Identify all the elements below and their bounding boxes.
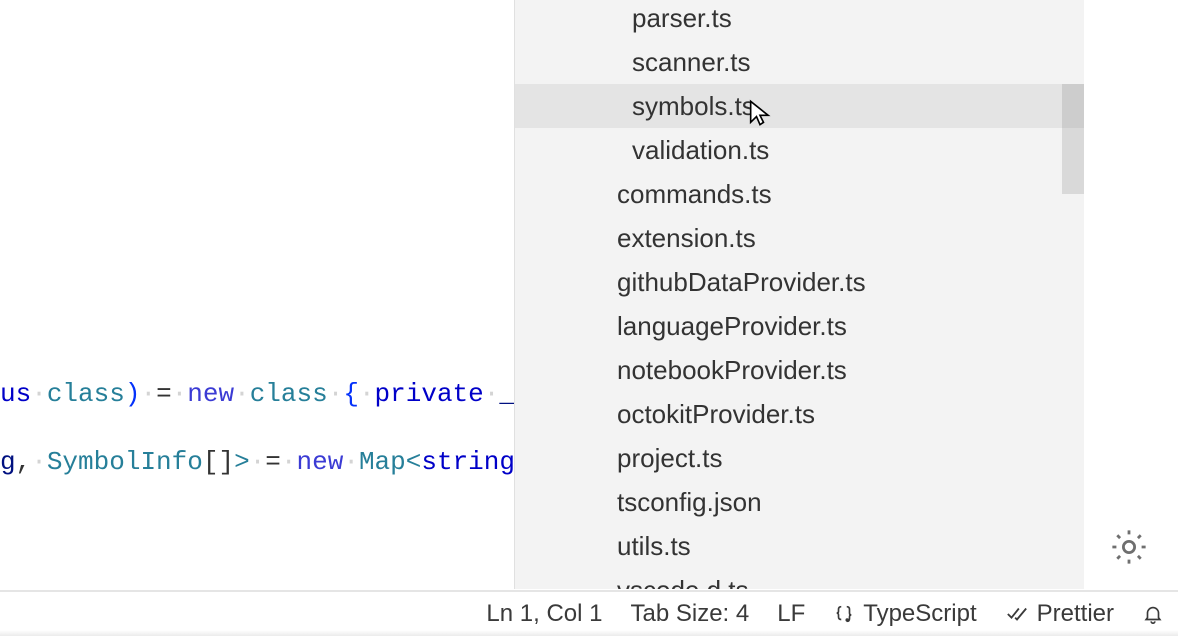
status-formatter[interactable]: Prettier: [1005, 600, 1114, 628]
braces-icon: [833, 603, 855, 625]
file-item-label: validation.ts: [632, 135, 769, 165]
code-token: class: [250, 379, 328, 409]
code-token: Map: [359, 447, 406, 477]
code-token: string: [421, 447, 514, 477]
file-item-label: extension.ts: [617, 223, 756, 253]
file-item[interactable]: vscode.d.ts: [515, 568, 1084, 589]
file-item[interactable]: utils.ts: [515, 524, 1084, 568]
status-label: Tab Size: 4: [631, 600, 750, 628]
file-item-label: utils.ts: [617, 531, 691, 561]
code-editor[interactable]: us·class)·=·new·class·{·private·_value g…: [0, 0, 514, 589]
status-label: Ln 1, Col 1: [486, 600, 602, 628]
code-token: us: [0, 379, 31, 409]
status-cursor-position[interactable]: Ln 1, Col 1: [486, 600, 602, 628]
code-token: new: [297, 447, 344, 477]
file-item-label: symbols.ts: [632, 91, 755, 121]
double-check-icon: [1005, 603, 1029, 625]
code-token: <: [406, 447, 422, 477]
file-item-label: octokitProvider.ts: [617, 399, 815, 429]
status-label: LF: [777, 600, 805, 628]
code-token: =: [265, 447, 281, 477]
code-line: us·class)·=·new·class·{·private·_value: [0, 378, 514, 412]
file-item-label: notebookProvider.ts: [617, 355, 847, 385]
code-token: ): [125, 379, 141, 409]
file-item[interactable]: extension.ts: [515, 216, 1084, 260]
bottom-shadow: [0, 630, 1178, 636]
scrollbar[interactable]: [1062, 0, 1084, 589]
gear-icon[interactable]: [1108, 526, 1150, 568]
status-label: Prettier: [1037, 600, 1114, 628]
status-eol[interactable]: LF: [777, 600, 805, 628]
file-item-label: tsconfig.json: [617, 487, 762, 517]
file-list-panel: parser.ts scanner.ts symbols.ts validation.…: [514, 0, 1084, 589]
file-item[interactable]: commands.ts: [515, 172, 1084, 216]
code-token: _value: [499, 379, 514, 409]
file-item-label: project.ts: [617, 443, 723, 473]
file-item[interactable]: tsconfig.json: [515, 480, 1084, 524]
status-notifications[interactable]: [1142, 603, 1164, 625]
file-item-label: parser.ts: [632, 3, 732, 33]
code-line: g,·SymbolInfo[]>·=·new·Map<string,·Syml: [0, 446, 514, 480]
code-token: ,: [16, 447, 32, 477]
code-token: new: [187, 379, 234, 409]
status-label: TypeScript: [863, 600, 976, 628]
file-item-label: githubDataProvider.ts: [617, 267, 866, 297]
bell-icon: [1142, 603, 1164, 625]
code-token: []: [203, 447, 234, 477]
status-tab-size[interactable]: Tab Size: 4: [631, 600, 750, 628]
scrollbar-thumb[interactable]: [1062, 84, 1084, 194]
file-item[interactable]: octokitProvider.ts: [515, 392, 1084, 436]
status-language[interactable]: TypeScript: [833, 600, 976, 628]
code-token: g: [0, 447, 16, 477]
code-token: SymbolInfo: [47, 447, 203, 477]
file-item[interactable]: parser.ts: [515, 0, 1084, 40]
code-token: {: [343, 379, 359, 409]
code-token: private: [375, 379, 484, 409]
file-item-label: vscode.d.ts: [617, 575, 749, 589]
file-item[interactable]: validation.ts: [515, 128, 1084, 172]
code-token: >: [234, 447, 250, 477]
file-item[interactable]: symbols.ts: [515, 84, 1084, 128]
file-item-label: scanner.ts: [632, 47, 751, 77]
file-item[interactable]: notebookProvider.ts: [515, 348, 1084, 392]
file-item-label: languageProvider.ts: [617, 311, 847, 341]
file-item[interactable]: scanner.ts: [515, 40, 1084, 84]
code-token: class: [47, 379, 125, 409]
file-item-label: commands.ts: [617, 179, 772, 209]
code-token: =: [156, 379, 172, 409]
file-item[interactable]: githubDataProvider.ts: [515, 260, 1084, 304]
file-item[interactable]: languageProvider.ts: [515, 304, 1084, 348]
file-item[interactable]: project.ts: [515, 436, 1084, 480]
